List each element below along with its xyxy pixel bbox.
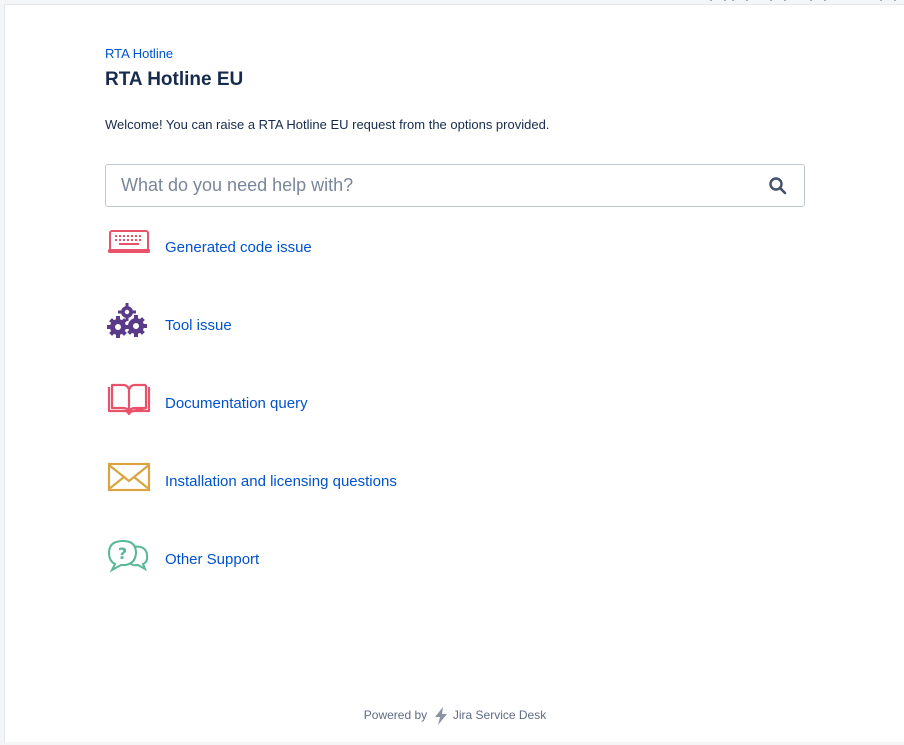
request-type-installation-licensing[interactable]: Installation and licensing questions (105, 459, 525, 507)
request-type-label: Tool issue (165, 317, 232, 334)
powered-by-text: Powered by (363, 708, 428, 723)
request-type-label: Other Support (165, 551, 260, 568)
search-icon[interactable] (768, 176, 788, 196)
request-type-label: Documentation query (165, 395, 308, 412)
envelope-icon (107, 462, 151, 492)
page-title: RTA Hotline EU (105, 69, 244, 90)
welcome-message: Welcome! You can raise a RTA Hotline EU … (105, 117, 550, 132)
gears-icon (107, 303, 147, 338)
question-bubbles-icon: ? (107, 539, 149, 573)
request-type-generated-code[interactable]: Generated code issue (105, 225, 525, 273)
jira-service-desk-link[interactable]: Jira Service Desk (453, 708, 546, 722)
footer: Powered by Jira Service Desk (5, 707, 904, 725)
jira-service-desk-logo-icon (434, 707, 447, 725)
breadcrumb[interactable]: RTA Hotline (105, 46, 173, 61)
book-icon (107, 383, 151, 416)
keyboard-icon (108, 230, 150, 253)
request-type-tool-issue[interactable]: Tool issue (105, 303, 525, 351)
request-type-other-support[interactable]: ? Other Support (105, 537, 525, 585)
search-input[interactable] (106, 165, 746, 206)
request-type-label: Generated code issue (165, 239, 312, 256)
page-background: RTA Hotline RTA Hotline EU Welcome! You … (0, 0, 904, 745)
portal-card: RTA Hotline RTA Hotline EU Welcome! You … (4, 4, 904, 742)
request-type-label: Installation and licensing questions (165, 473, 397, 490)
svg-text:?: ? (118, 544, 127, 563)
search-box (105, 164, 805, 207)
request-type-documentation-query[interactable]: Documentation query (105, 381, 525, 429)
